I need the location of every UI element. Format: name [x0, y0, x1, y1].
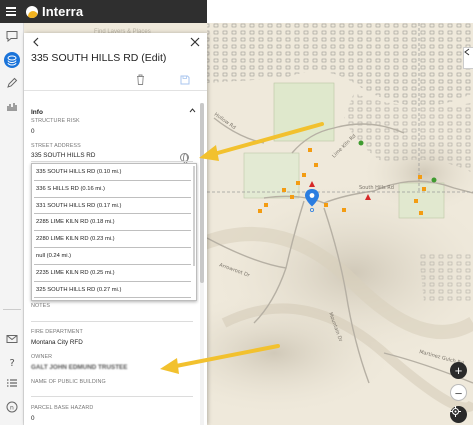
parcel-base-hazard-label: PARCEL BASE HAZARD: [31, 405, 94, 411]
delete-button[interactable]: [134, 74, 146, 86]
save-icon: [180, 75, 190, 84]
svg-text:n: n: [10, 404, 14, 411]
list-icon[interactable]: [4, 375, 20, 391]
address-suggestion[interactable]: 336 S HILLS RD (0.16 mi.): [34, 181, 191, 198]
interra-logo-icon: [26, 5, 38, 18]
section-header-info[interactable]: Info: [31, 109, 43, 116]
road-label-south-hills: South Hills Rd: [359, 185, 394, 191]
trash-icon: [136, 74, 144, 85]
close-icon: [190, 37, 200, 47]
panel-title: 335 SOUTH HILLS RD (Edit): [31, 52, 167, 64]
rail-divider: [3, 309, 21, 310]
back-button[interactable]: [29, 35, 43, 49]
mail-icon[interactable]: [4, 331, 20, 347]
public-building-label: NAME OF PUBLIC BUILDING: [31, 379, 106, 385]
fire-department-label: FIRE DEPARTMENT: [31, 329, 83, 335]
save-button[interactable]: [179, 74, 191, 86]
notes-label: NOTES: [31, 303, 51, 309]
owner-value[interactable]: GALT JOHN EDMUND TRUSTEE: [31, 364, 127, 371]
crosshair-icon: [450, 406, 461, 417]
zoom-out-button[interactable]: −: [450, 384, 467, 401]
field-underline: [31, 161, 193, 162]
chevron-up-icon[interactable]: [189, 108, 196, 113]
scrollbar-thumb[interactable]: [200, 103, 204, 283]
field-underline: [31, 321, 193, 322]
structure-risk-value[interactable]: 0: [31, 128, 35, 135]
hamburger-menu-icon[interactable]: [0, 0, 22, 23]
left-rail: ? n: [0, 23, 24, 425]
brand: Interra: [26, 4, 83, 19]
help-icon[interactable]: ?: [4, 354, 20, 370]
field-underline: [31, 396, 193, 397]
dropdown-scrollbar[interactable]: [193, 166, 195, 266]
zoom-in-button[interactable]: +: [450, 362, 467, 379]
panel-scrollbar[interactable]: [200, 103, 204, 425]
address-suggestion[interactable]: 2280 LIME KILN RD (0.23 mi.): [34, 231, 191, 248]
chevron-left-icon: [464, 48, 470, 56]
analytics-icon[interactable]: [4, 98, 20, 114]
comment-icon[interactable]: [4, 28, 20, 44]
structure-risk-label: STRUCTURE RISK: [31, 118, 80, 124]
address-suggestion[interactable]: 325 SOUTH HILLS RD (0.27 mi.): [34, 282, 191, 299]
collapse-right-panel-button[interactable]: [463, 47, 473, 69]
feature-edit-panel: 335 SOUTH HILLS RD (Edit) Info STRUCTURE…: [24, 33, 207, 425]
pencil-icon[interactable]: [4, 75, 20, 91]
fire-department-value[interactable]: Montana City RFD: [31, 339, 83, 346]
address-suggestion[interactable]: 335 SOUTH HILLS RD (0.10 mi.): [34, 164, 191, 181]
svg-text:?: ?: [10, 358, 15, 368]
feature-form: Info STRUCTURE RISK 0 STREET ADDRESS 335…: [24, 103, 199, 425]
close-button[interactable]: [188, 35, 202, 49]
address-suggestion-dropdown[interactable]: 335 SOUTH HILLS RD (0.10 mi.) 336 S HILL…: [31, 163, 197, 301]
app-header: Interra: [0, 0, 207, 23]
street-address-input[interactable]: 335 SOUTH HILLS RD: [31, 152, 95, 159]
brand-name: Interra: [42, 4, 84, 19]
address-suggestion[interactable]: 331 SOUTH HILLS RD (0.17 mi.): [34, 198, 191, 215]
street-address-label: STREET ADDRESS: [31, 143, 81, 149]
owner-label: OWNER: [31, 354, 53, 360]
user-icon[interactable]: n: [4, 399, 20, 415]
chevron-left-icon: [33, 37, 39, 47]
locate-me-button[interactable]: [450, 406, 467, 423]
address-suggestion[interactable]: 2235 LIME KILN RD (0.25 mi.): [34, 265, 191, 282]
address-suggestion[interactable]: null (0.24 mi.): [34, 248, 191, 265]
parcel-base-hazard-value[interactable]: 0: [31, 415, 35, 422]
address-suggestion[interactable]: 2285 LIME KILN RD (0.18 mi.): [34, 214, 191, 232]
layers-icon[interactable]: [4, 52, 20, 68]
